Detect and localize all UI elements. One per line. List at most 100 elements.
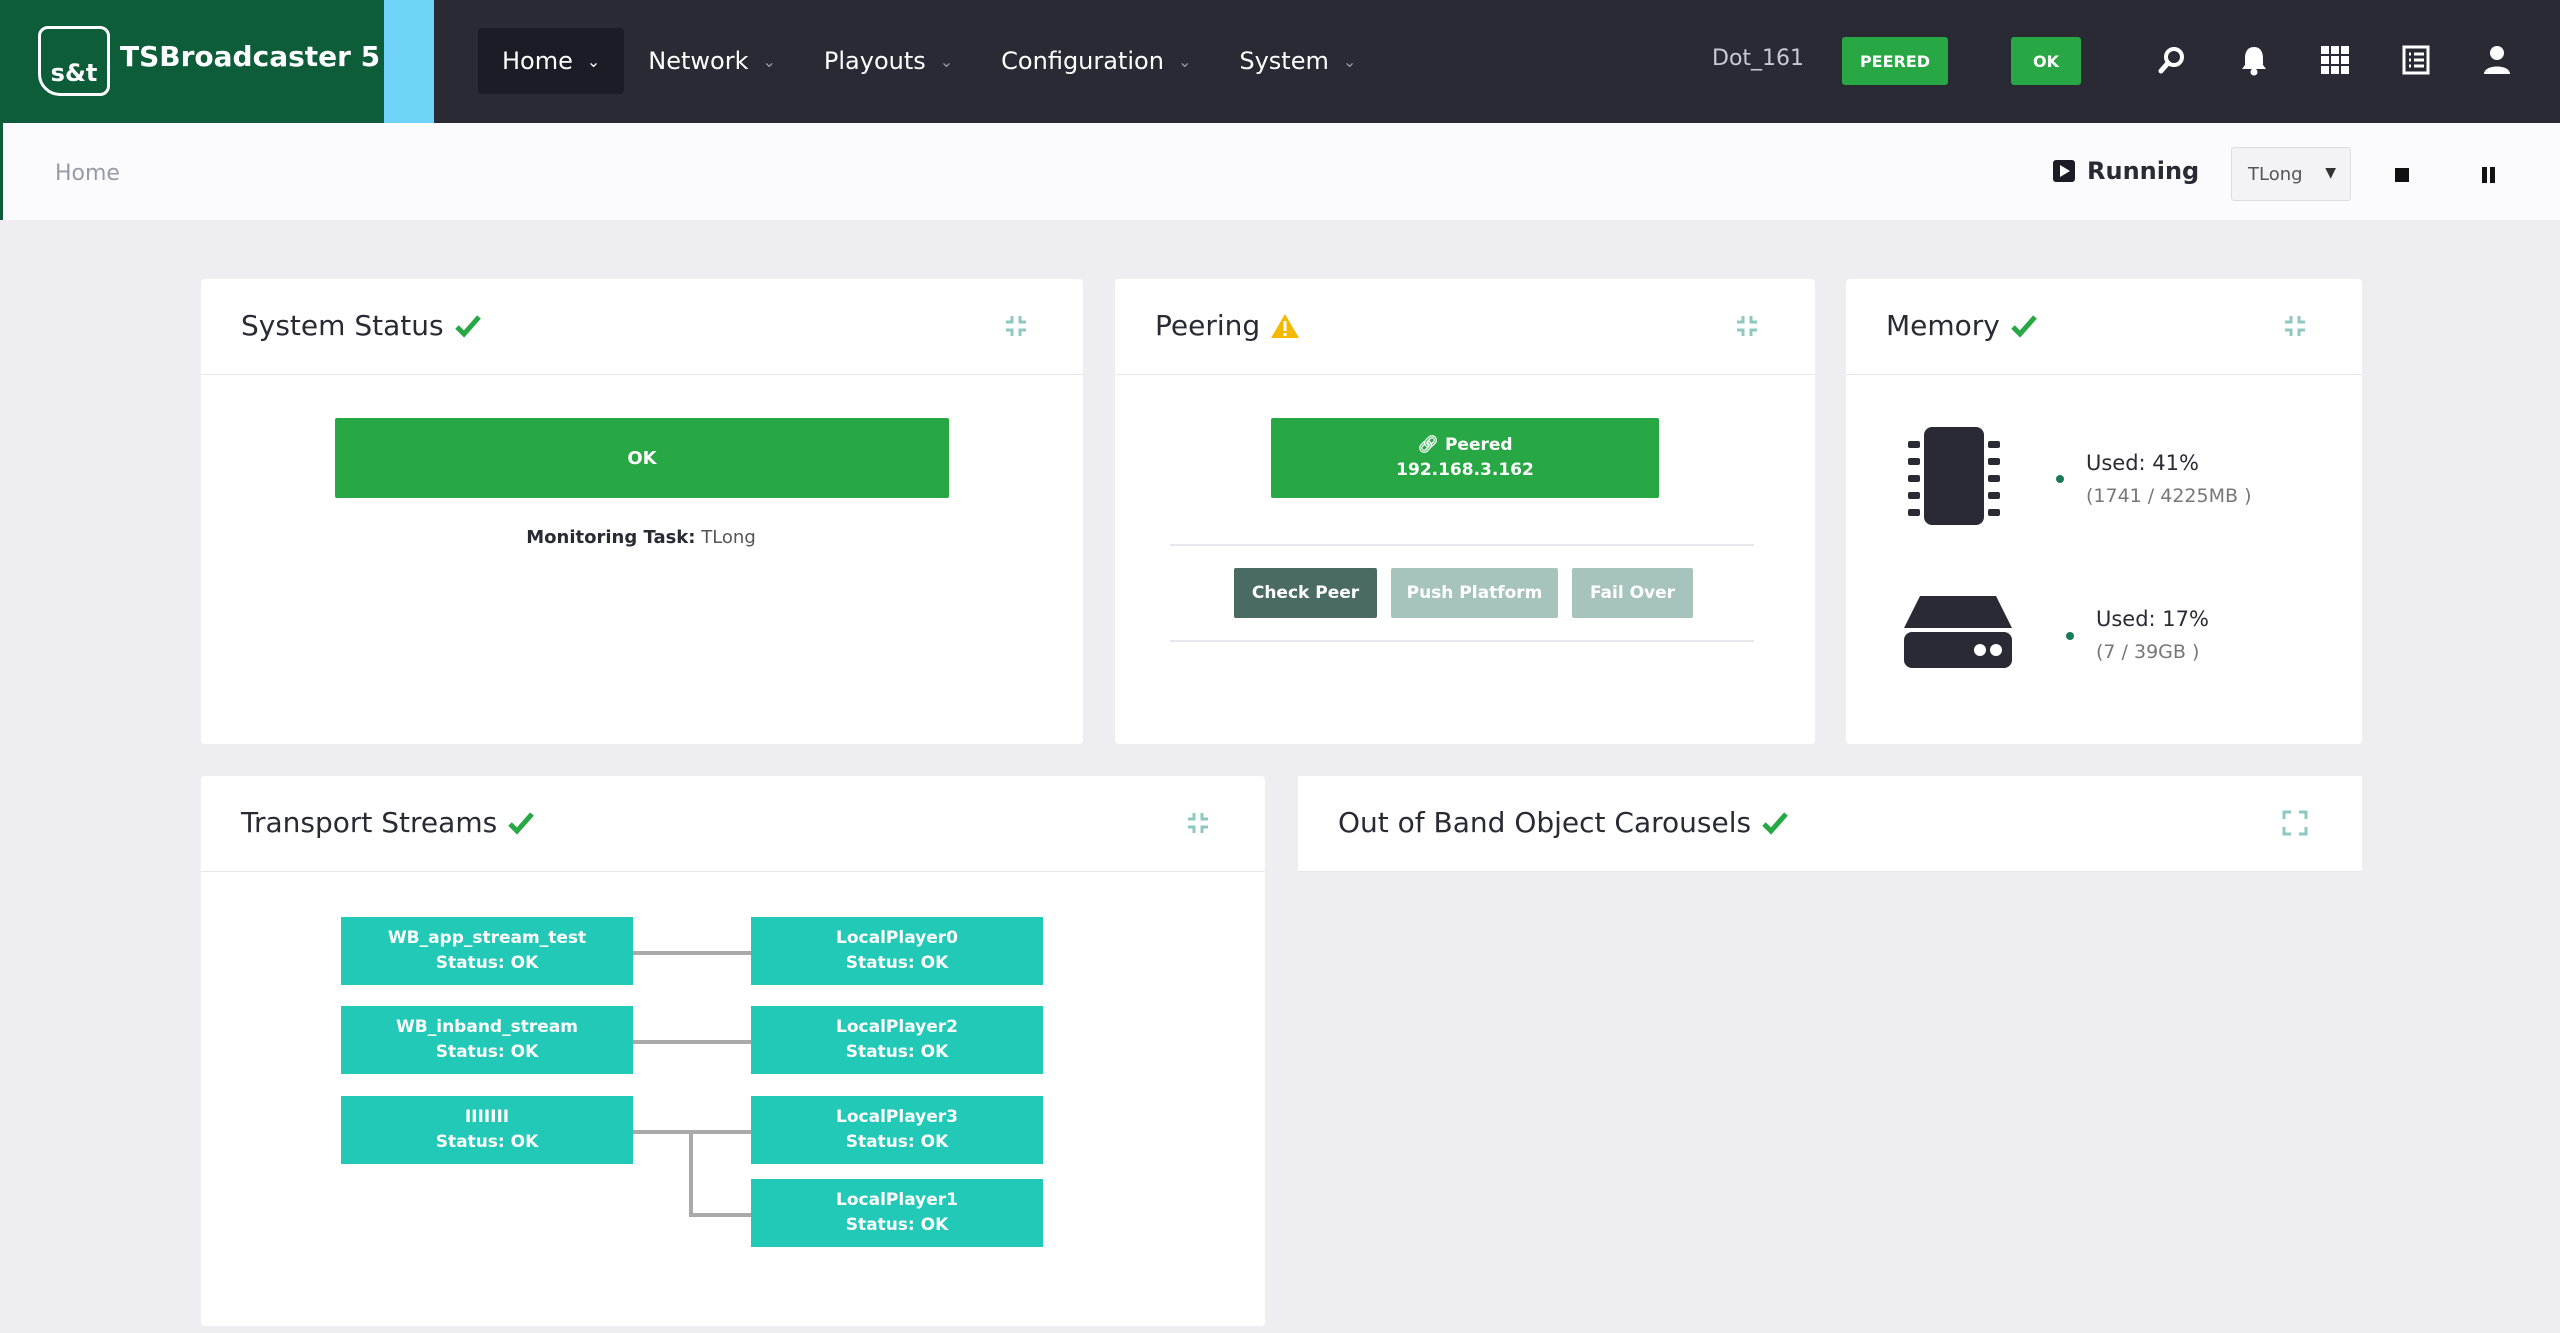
peering-title: Peering [1155,309,1261,342]
apps-grid-icon[interactable] [2315,40,2355,80]
nav-playouts[interactable]: Playouts ⌄ [800,28,977,94]
collapse-icon[interactable] [1001,311,1031,341]
stream-status: Status: OK [435,1042,539,1062]
ok-badge[interactable]: OK [2011,37,2081,85]
player-name: LocalPlayer1 [836,1190,958,1210]
panel-title: System Status [241,309,482,342]
run-state-label: Running [2087,157,2200,185]
search-icon[interactable] [2152,40,2192,80]
memory-title: Memory [1886,309,2000,342]
warning-icon [1271,313,1300,338]
collapse-icon[interactable] [1183,808,1213,838]
collapse-icon[interactable] [1732,311,1762,341]
monitoring-task-value: TLong [701,527,756,548]
nav-home-label: Home [502,47,573,75]
pause-button[interactable] [2477,163,2501,187]
stream-name: WB_inband_stream [396,1017,578,1037]
transport-streams-panel: Transport Streams WB_app_stream_test Sta… [201,776,1265,1326]
chevron-down-icon: ⌄ [1177,51,1192,71]
nav-network-label: Network [648,47,749,75]
ram-status-dot [2056,475,2064,483]
player-status: Status: OK [845,1042,949,1062]
ram-used: Used: 41% [2086,451,2199,475]
system-status-ok-button[interactable]: OK [335,418,949,498]
check-peer-button[interactable]: Check Peer [1234,568,1377,618]
player-status: Status: OK [845,1215,949,1235]
nav-network[interactable]: Network ⌄ [624,28,800,94]
nav-home[interactable]: Home ⌄ [478,28,625,94]
check-icon [2011,314,2037,338]
stream-connector [632,1040,752,1044]
link-icon: 🔗︎ [1417,435,1440,455]
peer-address: 192.168.3.162 [1396,460,1534,480]
memory-chip-icon [1908,427,2000,525]
carousels-title: Out of Band Object Carousels [1338,806,1752,839]
disk-status-dot [2066,632,2074,640]
carousels-panel: Out of Band Object Carousels [1298,776,2362,1326]
stop-icon [2395,168,2409,182]
peered-status-line: 🔗︎ Peered [1417,433,1512,458]
input-stream[interactable]: WB_app_stream_test Status: OK [341,917,633,985]
input-stream[interactable]: WB_inband_stream Status: OK [341,1006,633,1074]
stream-connector [689,1130,693,1217]
nav-configuration[interactable]: Configuration ⌄ [977,28,1215,94]
system-status-panel: System Status OK Monitoring Task: TLong [201,279,1083,744]
brand[interactable]: s&t TSBroadcaster 5 [0,0,384,123]
divider [1170,640,1754,642]
player-status: Status: OK [845,1132,949,1152]
panel-title: Memory [1886,309,2038,342]
panel-header: System Status [201,279,1083,375]
memory-panel: Memory Used: 41% (1741 / 4225MB ) Used: … [1846,279,2362,744]
stream-name: WB_app_stream_test [387,928,587,948]
pause-icon [2482,167,2487,183]
transport-streams-title: Transport Streams [241,806,498,839]
task-select-value: TLong [2248,163,2303,185]
panel-header: Peering [1115,279,1815,375]
task-select[interactable]: TLong ▼ [2231,147,2351,201]
peered-status-label: Peered [1444,435,1513,455]
chevron-down-icon: ⌄ [762,51,776,71]
panel-header: Memory [1846,279,2362,375]
player-name: LocalPlayer2 [836,1017,958,1037]
output-player[interactable]: LocalPlayer0 Status: OK [751,917,1043,985]
hostname: Dot_161 [1712,46,1805,71]
play-icon [2053,160,2075,182]
peering-panel: Peering 🔗︎ Peered 192.168.3.162 Check Pe… [1115,279,1815,744]
collapse-icon[interactable] [2280,311,2310,341]
caret-down-icon: ▼ [2325,165,2336,181]
fail-over-button[interactable]: Fail Over [1572,568,1693,618]
panel-header: Transport Streams [201,776,1265,872]
output-player[interactable]: LocalPlayer1 Status: OK [751,1179,1043,1247]
user-icon[interactable] [2477,40,2517,80]
peered-status-button[interactable]: 🔗︎ Peered 192.168.3.162 [1271,418,1659,498]
panel-title: Transport Streams [241,806,535,839]
bell-icon[interactable] [2234,40,2274,80]
stop-button[interactable] [2390,163,2414,187]
peered-badge[interactable]: PEERED [1842,37,1948,85]
chevron-down-icon: ⌄ [939,51,954,71]
hard-drive-icon [1904,596,2012,668]
pause-icon-bar [2490,167,2495,183]
ram-detail: (1741 / 4225MB ) [2086,485,2252,507]
stream-name: IIIIIII [464,1107,510,1127]
log-list-icon[interactable] [2396,40,2436,80]
push-platform-button[interactable]: Push Platform [1391,568,1558,618]
nav-system[interactable]: System ⌄ [1215,28,1380,94]
main-nav: Home ⌄ Network ⌄ Playouts ⌄ Configuration ⌄ … [478,28,1380,94]
check-icon [454,314,481,338]
monitoring-task-label: Monitoring Task: [526,527,696,548]
monitoring-task: Monitoring Task: TLong [201,527,1081,548]
output-player[interactable]: LocalPlayer3 Status: OK [751,1096,1043,1164]
run-state: Running [2053,157,2199,185]
panel-header: Out of Band Object Carousels [1298,776,2362,872]
player-status: Status: OK [845,953,949,973]
input-stream[interactable]: IIIIIII Status: OK [341,1096,633,1164]
stream-status: Status: OK [435,1132,539,1152]
check-icon [508,811,535,835]
breadcrumb[interactable]: Home [55,161,120,186]
nav-playouts-label: Playouts [823,47,926,75]
output-player[interactable]: LocalPlayer2 Status: OK [751,1006,1043,1074]
disk-used: Used: 17% [2096,607,2209,631]
expand-icon[interactable] [2280,808,2310,838]
brand-accent-strip [384,0,434,123]
